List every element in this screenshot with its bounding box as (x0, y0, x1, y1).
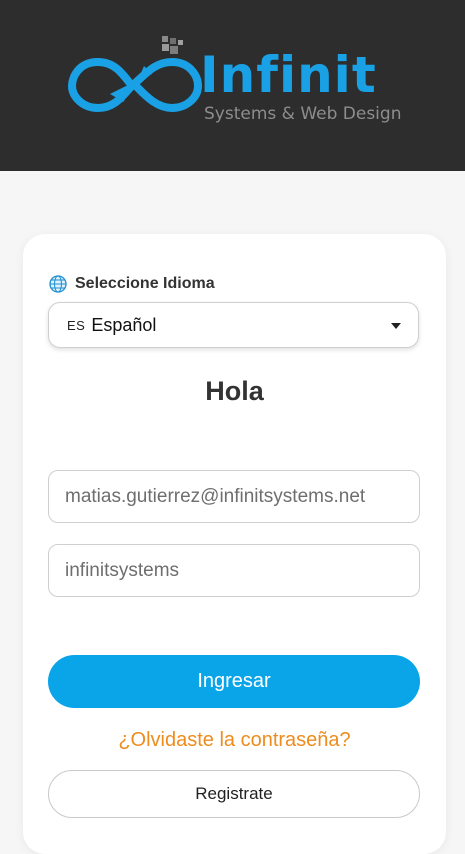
email-field[interactable]: matias.gutierrez@infinitsystems.net (48, 470, 420, 523)
greeting-title: Hola (205, 376, 264, 406)
register-button[interactable]: Registrate (48, 770, 420, 818)
language-code: ES (67, 317, 86, 333)
language-label: Seleccione Idioma (75, 275, 215, 292)
language-selected-value: Español (91, 314, 157, 335)
login-button[interactable]: Ingresar (48, 655, 420, 708)
globe-icon (49, 275, 67, 293)
app-header: Infinit Systems & Web Design (0, 0, 465, 171)
infinit-logo: Infinit Systems & Web Design (66, 34, 401, 134)
language-label-row: Seleccione Idioma (49, 274, 215, 294)
forgot-password-link[interactable]: ¿Olvidaste la contraseña? (23, 727, 446, 753)
logo-tagline: Systems & Web Design (204, 104, 402, 124)
logo-wordmark: Infinit (200, 46, 377, 104)
chevron-down-icon (391, 323, 401, 329)
password-field[interactable]: infinitsystems (48, 544, 420, 597)
infinity-logo-icon (67, 36, 203, 113)
language-select[interactable]: ES Español (48, 302, 419, 348)
